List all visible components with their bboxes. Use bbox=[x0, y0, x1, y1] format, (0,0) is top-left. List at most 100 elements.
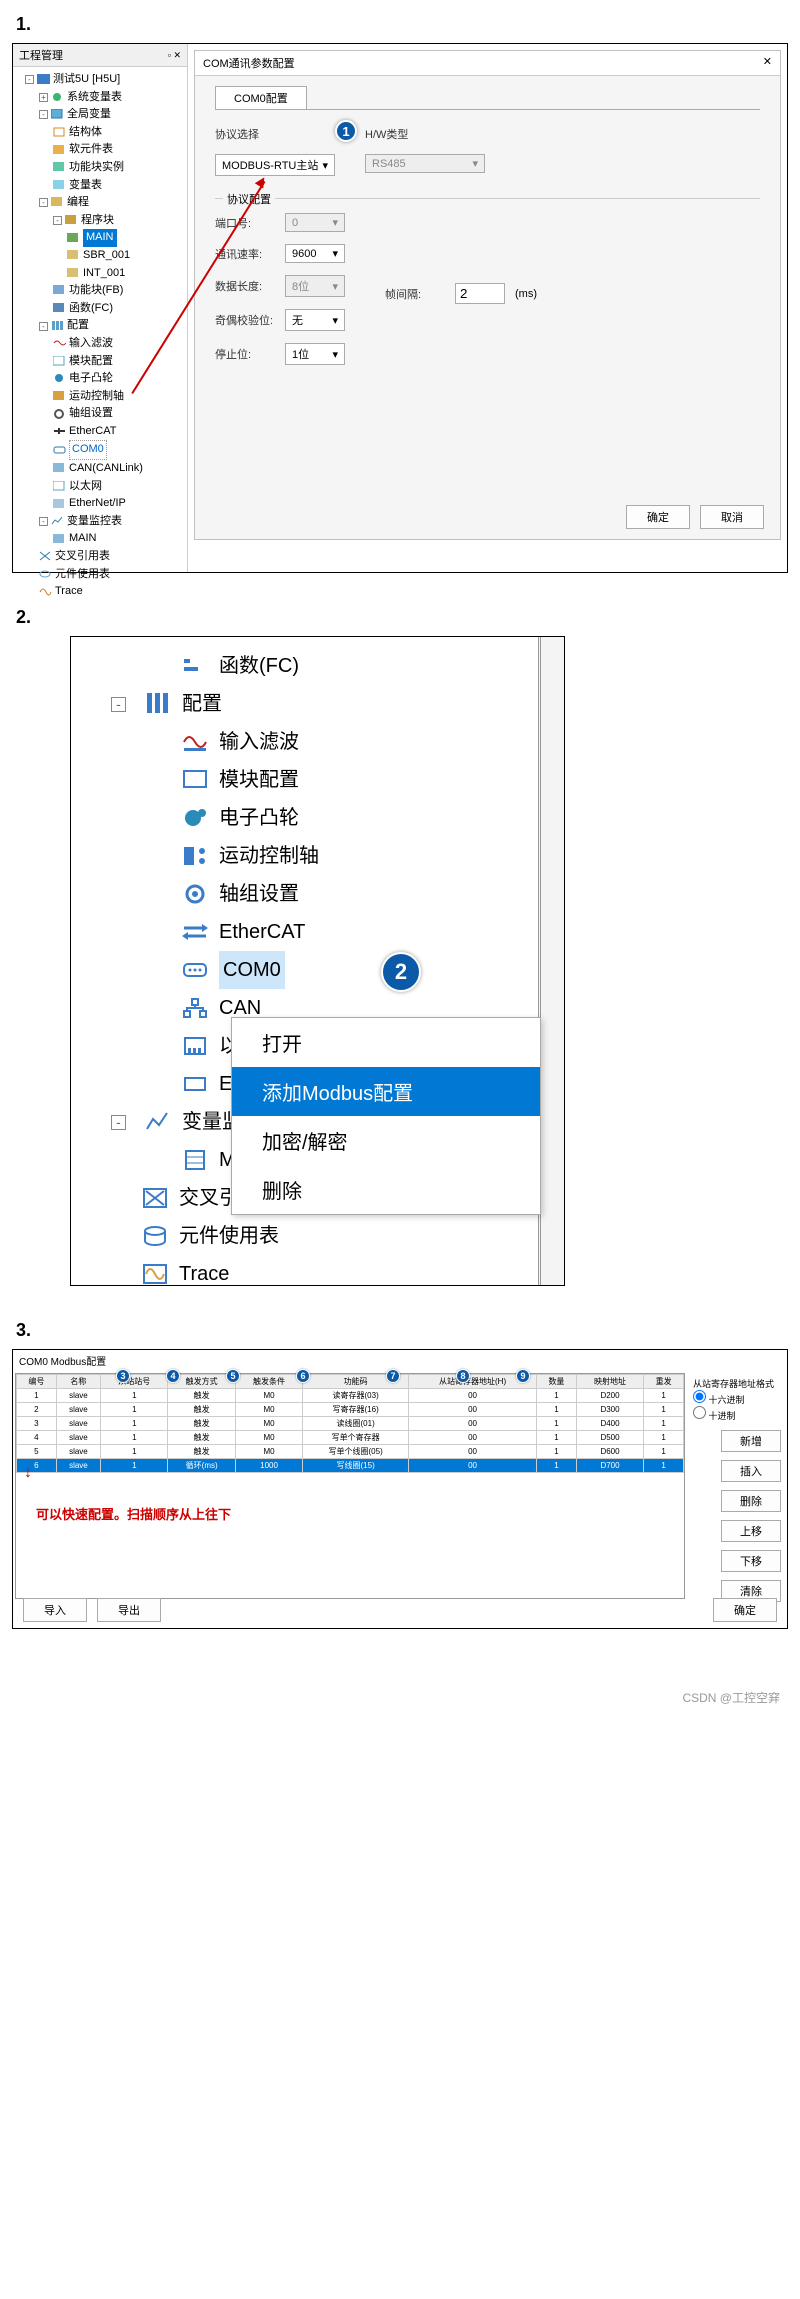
proto-label: 协议选择 bbox=[215, 126, 275, 142]
tree-vartable[interactable]: 变量表 bbox=[15, 177, 185, 195]
tree-trace[interactable]: Trace bbox=[15, 583, 185, 601]
badge-7: 7 bbox=[386, 1369, 400, 1383]
down-arrow-icon: ↓ bbox=[24, 1464, 32, 1482]
proto-select[interactable]: MODBUS-RTU主站▾ bbox=[215, 154, 335, 176]
s2-com0[interactable]: COM0 bbox=[81, 951, 564, 989]
scan-note: 可以快速配置。扫描顺序从上往下 bbox=[36, 1504, 231, 1523]
badge-8: 8 bbox=[456, 1369, 470, 1383]
radio-hex[interactable]: 十六进制 bbox=[693, 1395, 745, 1405]
btn-down[interactable]: 下移 bbox=[721, 1550, 781, 1572]
tree-globalvar[interactable]: -全局变量 bbox=[15, 106, 185, 124]
tree-ethip[interactable]: EtherNet/IP bbox=[15, 495, 185, 513]
tree-fb[interactable]: 功能块(FB) bbox=[15, 282, 185, 300]
btn-delete[interactable]: 删除 bbox=[721, 1490, 781, 1512]
s2-axis[interactable]: 轴组设置 bbox=[81, 875, 564, 913]
tree-main[interactable]: MAIN bbox=[15, 229, 185, 247]
project-tree-panel: 工程管理▫ ✕ -测试5U [H5U] +系统变量表 -全局变量 结构体 软元件… bbox=[13, 44, 188, 572]
ok-button[interactable]: 确定 bbox=[626, 505, 690, 529]
data-label: 数据长度: bbox=[215, 278, 275, 294]
btn-insert[interactable]: 插入 bbox=[721, 1460, 781, 1482]
section-1-label: 1. bbox=[0, 0, 800, 43]
addr-format-label: 从站寄存器地址格式 bbox=[693, 1377, 781, 1390]
menu-add-modbus[interactable]: 添加Modbus配置 bbox=[232, 1067, 540, 1116]
modbus-grid[interactable]: 编号名称从站站号触发方式触发条件功能码从站寄存器地址(H)数量映射地址重发1sl… bbox=[15, 1373, 685, 1599]
s2-module[interactable]: 模块配置 bbox=[81, 761, 564, 799]
s2-infilter[interactable]: 输入滤波 bbox=[81, 723, 564, 761]
tree-mon-main[interactable]: MAIN bbox=[15, 530, 185, 548]
section-3: COM0 Modbus配置 编号名称从站站号触发方式触发条件功能码从站寄存器地址… bbox=[12, 1349, 788, 1629]
badge-4: 4 bbox=[166, 1369, 180, 1383]
tree-program[interactable]: -编程 bbox=[15, 194, 185, 212]
menu-open[interactable]: 打开 bbox=[232, 1018, 540, 1067]
parity-label: 奇偶校验位: bbox=[215, 312, 275, 328]
data-select: 8位▾ bbox=[285, 275, 345, 297]
port-label: 端口号: bbox=[215, 215, 275, 231]
cancel-button[interactable]: 取消 bbox=[700, 505, 764, 529]
tree-monitor[interactable]: -变量监控表 bbox=[15, 513, 185, 531]
btn-ok[interactable]: 确定 bbox=[713, 1598, 777, 1622]
port-select: 0▾ bbox=[285, 213, 345, 232]
section-3-label: 3. bbox=[0, 1306, 800, 1349]
tree-root[interactable]: -测试5U [H5U] bbox=[15, 71, 185, 89]
s2-fc[interactable]: 函数(FC) bbox=[81, 647, 564, 685]
tree-sbr001[interactable]: SBR_001 bbox=[15, 247, 185, 265]
tree-fbinst[interactable]: 功能块实例 bbox=[15, 159, 185, 177]
btn-up[interactable]: 上移 bbox=[721, 1520, 781, 1542]
interval-input[interactable] bbox=[455, 283, 505, 304]
s2-ethercat[interactable]: EtherCAT bbox=[81, 913, 564, 951]
chevron-down-icon: ▾ bbox=[322, 159, 328, 172]
tree-can[interactable]: CAN(CANLink) bbox=[15, 460, 185, 478]
s2-usage[interactable]: 元件使用表 bbox=[81, 1217, 564, 1255]
stop-label: 停止位: bbox=[215, 346, 275, 362]
badge-1: 1 bbox=[335, 120, 357, 142]
tree-config[interactable]: -配置 bbox=[15, 317, 185, 335]
hw-label: H/W类型 bbox=[365, 126, 425, 142]
tree-struct[interactable]: 结构体 bbox=[15, 124, 185, 142]
tree-eth[interactable]: 以太网 bbox=[15, 478, 185, 496]
interval-unit: (ms) bbox=[515, 288, 537, 300]
s2-cam[interactable]: 电子凸轮 bbox=[81, 799, 564, 837]
context-menu: 打开 添加Modbus配置 加密/解密 删除 bbox=[231, 1017, 541, 1215]
interval-label: 帧间隔: bbox=[385, 286, 445, 302]
btn-new[interactable]: 新增 bbox=[721, 1430, 781, 1452]
badge-3: 3 bbox=[116, 1369, 130, 1383]
btn-export[interactable]: 导出 bbox=[97, 1598, 161, 1622]
tree-xref[interactable]: 交叉引用表 bbox=[15, 548, 185, 566]
tree-int001[interactable]: INT_001 bbox=[15, 265, 185, 283]
footer-credit: CSDN @工控空穽 bbox=[0, 1649, 800, 1726]
badge-9: 9 bbox=[516, 1369, 530, 1383]
tab-com0[interactable]: COM0配置 bbox=[215, 86, 307, 109]
section-1: 工程管理▫ ✕ -测试5U [H5U] +系统变量表 -全局变量 结构体 软元件… bbox=[12, 43, 788, 573]
scrollbar-area[interactable] bbox=[538, 637, 564, 1285]
menu-encrypt[interactable]: 加密/解密 bbox=[232, 1116, 540, 1165]
hw-select: RS485▾ bbox=[365, 154, 485, 173]
tree-fc[interactable]: 函数(FC) bbox=[15, 300, 185, 318]
tree-sysvar[interactable]: +系统变量表 bbox=[15, 89, 185, 107]
com-config-dialog: COM通讯参数配置 ✕ COM0配置 协议选择 MODBUS-RTU主站▾ H/W… bbox=[194, 50, 781, 540]
tree-softdev[interactable]: 软元件表 bbox=[15, 141, 185, 159]
tree-com0[interactable]: COM0 bbox=[15, 440, 185, 460]
baud-select[interactable]: 9600▾ bbox=[285, 244, 345, 263]
tree-ethercat[interactable]: EtherCAT bbox=[15, 423, 185, 441]
s2-trace[interactable]: Trace bbox=[81, 1255, 564, 1286]
parity-select[interactable]: 无▾ bbox=[285, 309, 345, 331]
addr-format-group: 从站寄存器地址格式 十六进制 十进制 bbox=[693, 1377, 781, 1422]
close-icon[interactable]: ✕ bbox=[763, 55, 772, 71]
menu-delete[interactable]: 删除 bbox=[232, 1165, 540, 1214]
tree-axis[interactable]: 轴组设置 bbox=[15, 405, 185, 423]
radio-dec[interactable]: 十进制 bbox=[693, 1411, 736, 1421]
stop-select[interactable]: 1位▾ bbox=[285, 343, 345, 365]
tree-progblock[interactable]: -程序块 bbox=[15, 212, 185, 230]
tree-title-bar: 工程管理▫ ✕ bbox=[13, 44, 187, 67]
s2-motion[interactable]: 运动控制轴 bbox=[81, 837, 564, 875]
panel-pins: ▫ ✕ bbox=[168, 50, 181, 61]
tree-motion[interactable]: 运动控制轴 bbox=[15, 388, 185, 406]
btn-import[interactable]: 导入 bbox=[23, 1598, 87, 1622]
s2-config[interactable]: -配置 bbox=[81, 685, 564, 723]
tree-cam[interactable]: 电子凸轮 bbox=[15, 370, 185, 388]
badge-6: 6 bbox=[296, 1369, 310, 1383]
dialog-title: COM通讯参数配置 bbox=[203, 55, 295, 71]
tree-module[interactable]: 模块配置 bbox=[15, 353, 185, 371]
tree-usage[interactable]: 元件使用表 bbox=[15, 566, 185, 584]
s3-title: COM0 Modbus配置 bbox=[13, 1350, 787, 1371]
